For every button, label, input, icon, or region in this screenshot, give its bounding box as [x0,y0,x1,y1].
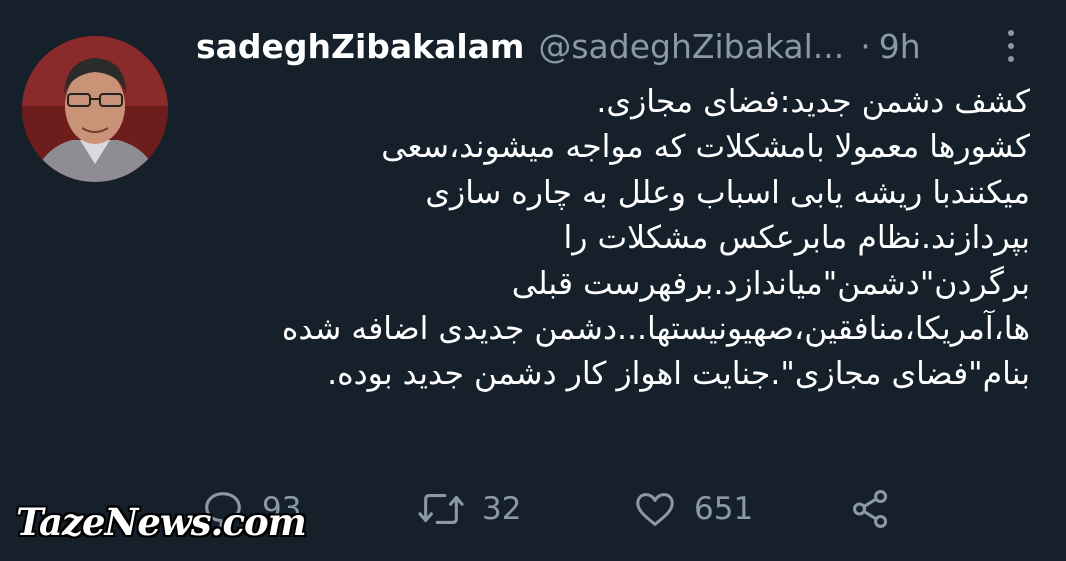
timestamp[interactable]: 9h [879,27,921,66]
retweet-button[interactable]: 32 [416,486,521,532]
tweet-line: بپردازند.نظام مابرعکس مشکلات را [563,220,1030,257]
more-options-icon[interactable] [1001,26,1021,66]
share-button[interactable] [848,486,894,532]
tweet-line: کشف دشمن جدید:فضای مجازی. [596,84,1030,120]
share-icon [852,490,888,528]
tweet-line: کشورها معمولا بامشکلات که مواجه میشوند،س… [381,129,1030,166]
avatar[interactable] [22,36,168,182]
retweet-icon [418,494,464,524]
like-count: 651 [694,491,754,527]
tweet-text: کشف دشمن جدید:فضای مجازی. کشورها معمولا … [196,80,1030,398]
tweet-line: برگردن"دشمن"میاندازد.برفهرست قبلی [511,265,1030,302]
display-name[interactable]: sadeghZibakalam [196,27,524,66]
separator-dot: · [860,26,871,66]
avatar-photo [22,36,168,182]
tweet-line: ها،آمریکا،منافقین،صهیونیستها...دشمن جدید… [281,311,1030,348]
watermark: TazeNews.com [16,500,307,544]
user-handle[interactable]: @sadeghZibakal... [538,27,844,66]
tweet-line: بنام"فضای مجازی".جنایت اهواز کار دشمن جد… [327,356,1030,393]
retweet-count: 32 [482,491,522,527]
tweet-header: sadeghZibakalam @sadeghZibakal... · 9h [196,24,921,68]
like-button[interactable]: 651 [632,486,753,532]
heart-icon [636,493,674,526]
tweet-line: میکنندبا ریشه یابی اسباب وعلل به چاره سا… [425,174,1030,211]
